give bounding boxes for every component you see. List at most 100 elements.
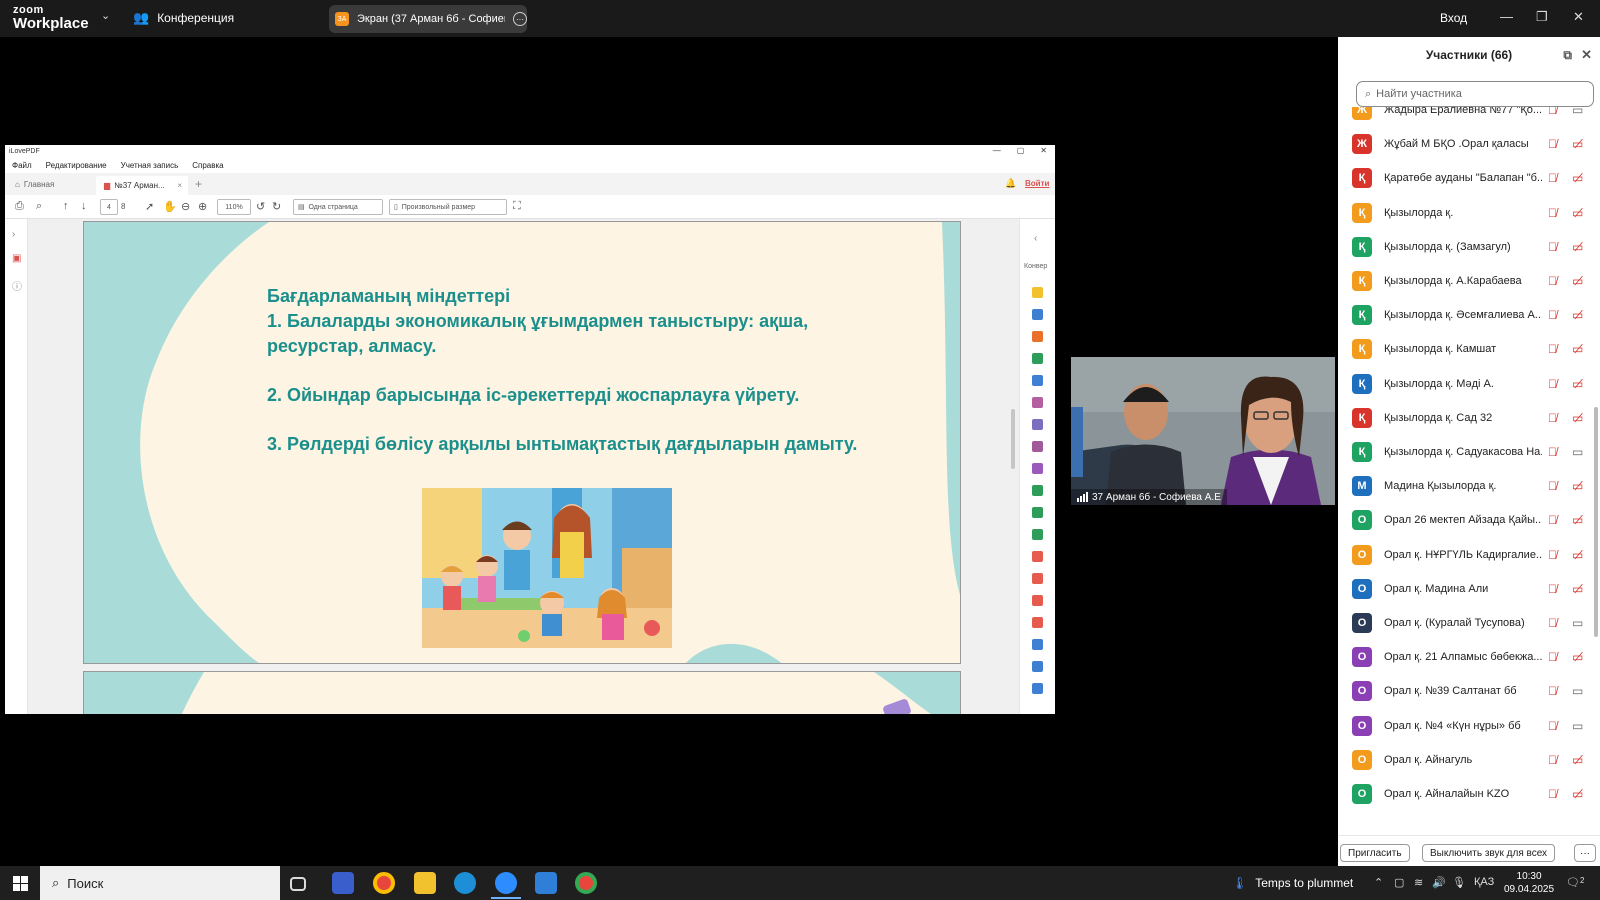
participant-row[interactable]: О Орал қ. Айнагуль 🎙̸ ▭̸ — [1338, 743, 1600, 777]
camera-off-icon[interactable]: ▭̸ — [1572, 650, 1583, 664]
camera-off-icon[interactable]: ▭̸ — [1572, 411, 1583, 425]
lock-tool-icon[interactable] — [1032, 639, 1043, 650]
rotate-left-icon[interactable]: ↺ — [256, 200, 265, 213]
ocr-tool-icon[interactable] — [1032, 397, 1043, 408]
camera-icon[interactable]: ▭ — [1572, 616, 1583, 630]
conference-button[interactable]: 👥 Конференция — [133, 10, 234, 26]
new-tab-icon[interactable]: + — [195, 177, 202, 191]
search-icon[interactable]: ⌕ — [36, 200, 42, 213]
repair-tool-icon[interactable] — [1032, 507, 1043, 518]
chrome-app-icon-2[interactable] — [575, 872, 597, 894]
hand-icon[interactable]: ✋ — [163, 200, 177, 213]
participant-video[interactable]: 37 Арман 6б - Софиева А.Е — [1071, 357, 1335, 505]
camera-off-icon[interactable]: ▭̸ — [1572, 582, 1583, 596]
taskbar-search[interactable]: ⌕ Поиск — [40, 866, 280, 900]
participant-row[interactable]: О Орал 26 мектеп Айзада Қайы... 🎙̸ ▭̸ — [1338, 503, 1600, 537]
compress-tool-icon[interactable] — [1032, 485, 1043, 496]
mic-muted-icon[interactable]: 🎙̸ — [1548, 377, 1557, 391]
meet-now-icon[interactable]: ▢ — [1394, 876, 1404, 889]
mic-muted-icon[interactable]: 🎙̸ — [1548, 719, 1557, 733]
language-indicator[interactable]: ҚАЗ — [1474, 876, 1494, 888]
tab-close-icon[interactable]: × — [177, 181, 182, 190]
mic-muted-icon[interactable]: 🎙̸ — [1548, 548, 1557, 562]
participant-row[interactable]: Қ Қызылорда қ. Камшат 🎙̸ ▭̸ — [1338, 332, 1600, 366]
close-icon[interactable]: ✕ — [1573, 9, 1584, 25]
view-mode-select[interactable]: ▤ Одна страница — [293, 199, 383, 215]
tab-home[interactable]: ⌂ Главная — [15, 180, 54, 189]
mic-muted-icon[interactable]: 🎙̸ — [1548, 445, 1557, 459]
tab-document[interactable]: ▆ №37 Арман... × — [96, 176, 188, 195]
menu-account[interactable]: Учетная запись — [121, 161, 179, 170]
camera-off-icon[interactable]: ▭̸ — [1572, 377, 1583, 391]
task-view-icon[interactable] — [290, 877, 306, 891]
participant-row[interactable]: О Орал қ. №4 «Күн нұры» бб 🎙̸ ▭ — [1338, 709, 1600, 743]
page-number-input[interactable]: 4 — [100, 199, 118, 215]
camera-off-icon[interactable]: ▭̸ — [1572, 171, 1583, 185]
camera-off-icon[interactable]: ▭̸ — [1572, 479, 1583, 493]
panel-close-icon[interactable]: ✕ — [1581, 47, 1592, 63]
rotate-right-icon[interactable]: ↻ — [272, 200, 281, 213]
camera-off-icon[interactable]: ▭̸ — [1572, 240, 1583, 254]
mic-muted-icon[interactable]: 🎙̸ — [1548, 240, 1557, 254]
pdf-close-icon[interactable]: ✕ — [1040, 146, 1047, 155]
size-mode-select[interactable]: ▯ Произвольный размер — [389, 199, 507, 215]
signin-button[interactable]: Вход — [1440, 11, 1467, 25]
participant-row[interactable]: О Орал қ. Айналайын KZO 🎙̸ ▭̸ — [1338, 777, 1600, 811]
chrome-app-icon[interactable] — [373, 872, 395, 894]
participant-row[interactable]: Қ Қызылорда қ. (Замзагул) 🎙̸ ▭̸ — [1338, 230, 1600, 264]
split-tool-icon[interactable] — [1032, 573, 1043, 584]
mic-muted-icon[interactable]: 🎙̸ — [1548, 479, 1557, 493]
camera-off-icon[interactable]: ▭̸ — [1572, 206, 1583, 220]
popout-icon[interactable]: ⧉ — [1563, 48, 1572, 63]
participant-row[interactable]: Ж Жұбай М БҚО .Орал қаласы 🎙̸ ▭̸ — [1338, 127, 1600, 161]
zoom-in-icon[interactable]: ⊕ — [198, 200, 207, 213]
participant-row[interactable]: Қ Қызылорда қ. Әсемғалиева А... 🎙̸ ▭̸ — [1338, 298, 1600, 332]
edge-app-icon[interactable] — [454, 872, 476, 894]
camera-icon[interactable]: ▭ — [1572, 445, 1583, 459]
participant-row[interactable]: Ж Жадыра Ералиевна №77 "Қо... 🎙̸ ▭ — [1338, 107, 1600, 127]
participant-row[interactable]: Қ Қызылорда қ. 🎙̸ ▭̸ — [1338, 196, 1600, 230]
info-icon[interactable]: ⓘ — [12, 278, 22, 293]
participant-row[interactable]: О Орал қ. (Куралай Тусупова) 🎙̸ ▭ — [1338, 606, 1600, 640]
pdf-maximize-icon[interactable]: ▢ — [1017, 146, 1025, 155]
mic-muted-icon[interactable]: 🎙̸ — [1548, 616, 1557, 630]
file-explorer-icon[interactable] — [414, 872, 436, 894]
minimize-icon[interactable]: — — [1500, 9, 1513, 24]
camera-off-icon[interactable]: ▭̸ — [1572, 137, 1583, 151]
weather-widget[interactable]: 🌡 Temps to plummet — [1232, 876, 1353, 890]
mic-muted-icon[interactable]: 🎙̸ — [1548, 513, 1557, 527]
delete-tool-icon[interactable] — [1032, 595, 1043, 606]
pages-icon[interactable]: ▣ — [12, 253, 21, 264]
zoom-out-icon[interactable]: ⊖ — [181, 200, 190, 213]
login-link[interactable]: Войти — [1025, 179, 1049, 188]
chevron-down-icon[interactable]: ⌄ — [101, 9, 110, 22]
pdf-scrollbar[interactable] — [1011, 409, 1015, 469]
chevron-up-icon[interactable]: ⌃ — [1374, 876, 1383, 889]
mic-muted-icon[interactable]: 🎙̸ — [1548, 274, 1557, 288]
jpg-tool-icon[interactable] — [1032, 375, 1043, 386]
participant-search-input[interactable]: ⌕ Найти участника — [1356, 81, 1594, 107]
word-tool-icon[interactable] — [1032, 309, 1043, 320]
print-icon[interactable]: ⎙ — [15, 200, 24, 213]
mic-muted-icon[interactable]: 🎙̸ — [1548, 137, 1557, 151]
mic-muted-icon[interactable]: 🎙̸ — [1548, 753, 1557, 767]
camera-off-icon[interactable]: ▭̸ — [1572, 308, 1583, 322]
invite-button[interactable]: Пригласить — [1340, 844, 1410, 862]
zoom-logo[interactable]: zoom Workplace — [13, 5, 89, 32]
menu-file[interactable]: Файл — [12, 161, 32, 170]
mic-muted-icon[interactable]: 🎙̸ — [1548, 171, 1557, 185]
more-icon[interactable]: ··· — [513, 12, 527, 26]
menu-edit[interactable]: Редактирование — [46, 161, 107, 170]
camera-icon[interactable]: ▭ — [1572, 719, 1583, 733]
pdf-minimize-icon[interactable]: — — [993, 146, 1001, 155]
camera-off-icon[interactable]: ▭̸ — [1572, 274, 1583, 288]
list-tool-icon[interactable] — [1032, 617, 1043, 628]
mic-muted-icon[interactable]: 🎙̸ — [1548, 342, 1557, 356]
zoom-app-icon[interactable] — [495, 872, 517, 894]
camera-off-icon[interactable]: ▭̸ — [1572, 513, 1583, 527]
participant-row[interactable]: О Орал қ. 21 Алпамыс бөбекжа... 🎙̸ ▭̸ — [1338, 640, 1600, 674]
mic-muted-icon[interactable]: 🎙̸ — [1548, 206, 1557, 220]
collapse-chevron-icon[interactable]: ‹ — [1034, 233, 1037, 244]
pdfa-tool-icon[interactable] — [1032, 529, 1043, 540]
clock[interactable]: 10:30 09.04.2025 — [1504, 870, 1554, 896]
